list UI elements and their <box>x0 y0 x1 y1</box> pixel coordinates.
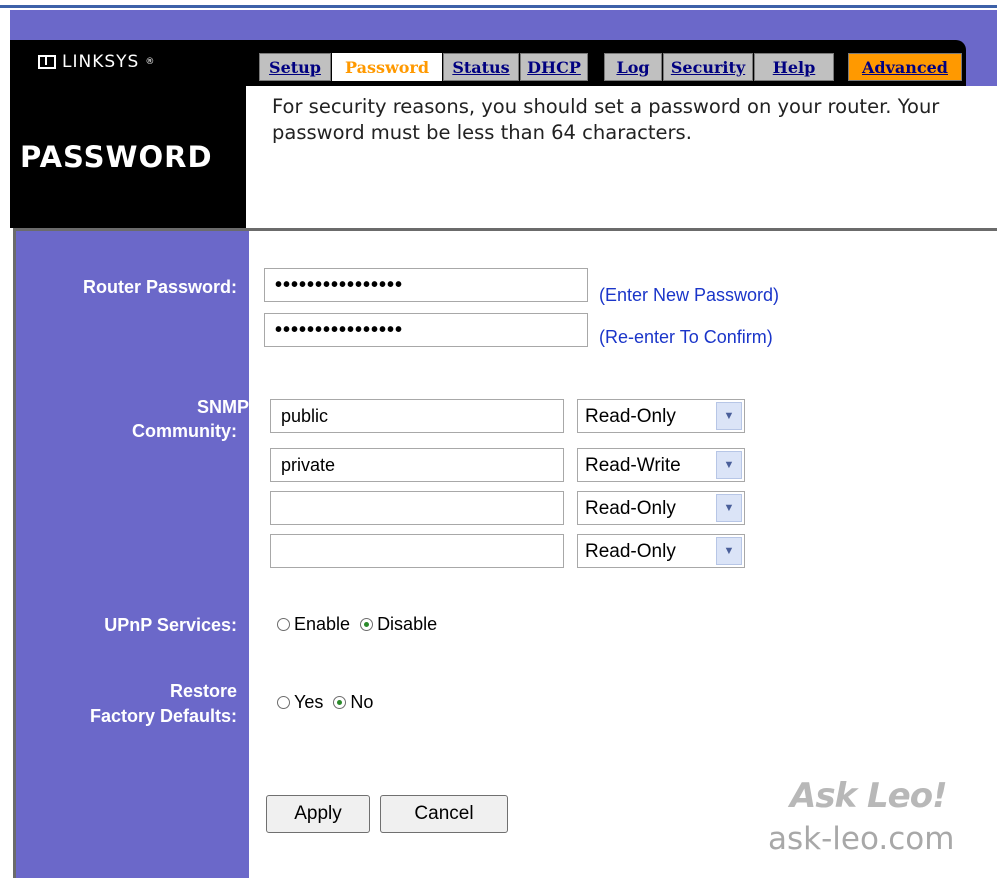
restore-label-line2: Factory Defaults: <box>89 706 237 726</box>
upnp-enable-radio[interactable] <box>277 618 290 631</box>
tab-advanced[interactable]: Advanced <box>848 53 962 81</box>
snmp-community-input-3[interactable] <box>270 491 564 525</box>
snmp-access-value-3: Read-Only <box>585 498 676 519</box>
restore-yes-radio[interactable] <box>277 696 290 709</box>
snmp-access-select-1[interactable]: Read-Only ▼ <box>577 399 745 433</box>
upnp-radio-group: Enable Disable <box>277 614 443 635</box>
restore-yes-label[interactable]: Yes <box>294 692 323 713</box>
window-left-margin <box>0 8 10 878</box>
page-title: PASSWORD <box>20 140 213 174</box>
linksys-logo-icon <box>38 55 56 69</box>
snmp-access-value-1: Read-Only <box>585 406 676 427</box>
router-password-input[interactable]: •••••••••••••••• <box>264 268 588 302</box>
apply-button[interactable]: Apply <box>266 795 370 833</box>
tab-bar: Setup Password Status DHCP Log Security … <box>246 40 966 86</box>
header: LINKSYS ® Setup Password Status DHCP Log… <box>10 10 997 228</box>
restore-no-label[interactable]: No <box>350 692 373 713</box>
snmp-access-select-2[interactable]: Read-Write ▼ <box>577 448 745 482</box>
restore-no-radio[interactable] <box>333 696 347 709</box>
ask-leo-watermark-url: ask-leo.com <box>768 821 955 857</box>
snmp-access-select-3[interactable]: Read-Only ▼ <box>577 491 745 525</box>
upnp-enable-label[interactable]: Enable <box>294 614 350 635</box>
page-description: For security reasons, you should set a p… <box>272 95 940 144</box>
snmp-access-value-4: Read-Only <box>585 541 676 562</box>
trademark-mark: ® <box>145 57 156 67</box>
linksys-logo: LINKSYS ® <box>38 52 155 72</box>
description-cell: For security reasons, you should set a p… <box>246 86 997 228</box>
chevron-down-icon[interactable]: ▼ <box>716 402 742 430</box>
tab-password[interactable]: Password <box>332 53 442 81</box>
reenter-password-hint: (Re-enter To Confirm) <box>599 327 773 347</box>
tab-setup[interactable]: Setup <box>259 53 331 81</box>
tab-status[interactable]: Status <box>443 53 519 81</box>
upnp-disable-label[interactable]: Disable <box>377 614 437 635</box>
tab-help[interactable]: Help <box>754 53 834 81</box>
tab-security[interactable]: Security <box>663 53 753 81</box>
snmp-community-input-1[interactable]: public <box>270 399 564 433</box>
cancel-button[interactable]: Cancel <box>380 795 508 833</box>
snmp-label-line1: SNMP <box>196 397 249 417</box>
logo-text: LINKSYS <box>62 52 140 72</box>
page-title-cell: PASSWORD <box>10 86 246 228</box>
tab-dhcp[interactable]: DHCP <box>520 53 588 81</box>
upnp-label: UPnP Services: <box>104 615 237 635</box>
router-password-label: Router Password: <box>82 277 237 297</box>
chevron-down-icon[interactable]: ▼ <box>716 451 742 479</box>
label-column: Router Password: SNMP Community: UPnP Se… <box>16 231 249 878</box>
ask-leo-watermark-logo: Ask Leo! <box>790 776 948 816</box>
enter-new-password-hint: (Enter New Password) <box>599 285 780 305</box>
snmp-community-input-4[interactable] <box>270 534 564 568</box>
chevron-down-icon[interactable]: ▼ <box>716 537 742 565</box>
snmp-label-line2: Community: <box>132 421 237 441</box>
confirm-password-input[interactable]: •••••••••••••••• <box>264 313 588 347</box>
upnp-disable-radio[interactable] <box>360 618 374 631</box>
logo-cell: LINKSYS ® <box>10 40 246 86</box>
snmp-access-select-4[interactable]: Read-Only ▼ <box>577 534 745 568</box>
window-top-border <box>0 0 997 8</box>
tab-log[interactable]: Log <box>604 53 662 81</box>
restore-label-line1: Restore <box>169 681 237 701</box>
chevron-down-icon[interactable]: ▼ <box>716 494 742 522</box>
restore-radio-group: Yes No <box>277 692 379 713</box>
snmp-access-value-2: Read-Write <box>585 455 681 476</box>
snmp-community-input-2[interactable]: private <box>270 448 564 482</box>
